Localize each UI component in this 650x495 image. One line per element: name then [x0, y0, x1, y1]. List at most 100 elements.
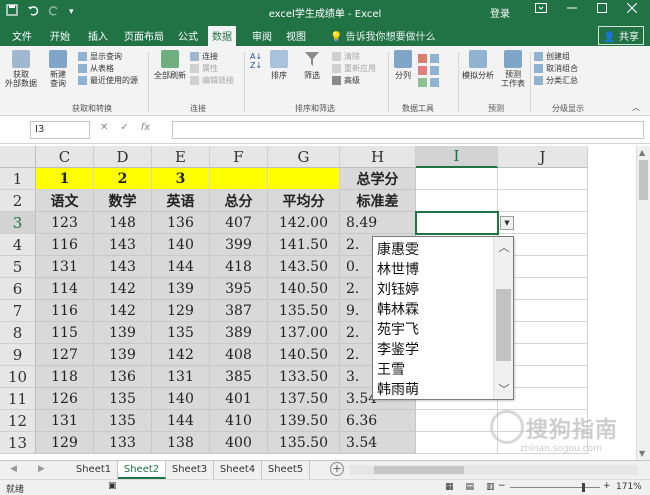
row-header-12[interactable]: 12 [0, 410, 36, 432]
cell-f5[interactable]: 418 [210, 256, 268, 278]
cell-g8[interactable]: 137.00 [268, 322, 340, 344]
cell-j12[interactable] [498, 410, 588, 432]
row-header-3[interactable]: 3 [0, 212, 36, 234]
cell-g2[interactable]: 平均分 [268, 190, 340, 212]
scroll-up-icon[interactable]: ▲ [639, 148, 645, 157]
row-header-1[interactable]: 1 [0, 168, 36, 190]
cell-g10[interactable]: 133.50 [268, 366, 340, 388]
ribbon-display-icon[interactable] [535, 3, 547, 16]
refresh-all-button[interactable]: 全部刷新 [152, 50, 188, 81]
insert-function-icon[interactable]: fx [141, 122, 150, 133]
forecast-sheet-button[interactable]: 预测 工作表 [498, 50, 528, 88]
enter-icon[interactable]: ✓ [120, 122, 128, 133]
cell-f3[interactable]: 407 [210, 212, 268, 234]
tab-home[interactable]: 开始 [46, 28, 74, 46]
cell-h13[interactable]: 3.54 [340, 432, 416, 454]
select-all-corner[interactable] [0, 146, 36, 168]
row-header-10[interactable]: 10 [0, 366, 36, 388]
cell-d13[interactable]: 133 [94, 432, 152, 454]
dropdown-option[interactable]: 韩林霖 [377, 299, 419, 319]
cell-c13[interactable]: 129 [36, 432, 94, 454]
cell-c3[interactable]: 123 [36, 212, 94, 234]
edit-links-button[interactable]: 编辑链接 [190, 74, 244, 86]
relationships-icon[interactable] [430, 65, 439, 75]
cell-g9[interactable]: 140.50 [268, 344, 340, 366]
cell-e3[interactable]: 136 [152, 212, 210, 234]
dropdown-scroll-up-icon[interactable]: ︿ [494, 239, 514, 255]
validation-dropdown-list[interactable]: 康惠雯 林世博 刘钰婷 韩林霖 苑宇飞 李鉴学 王雪 韩雨萌 ︿ ﹀ [372, 236, 514, 400]
cell-d1[interactable]: 2 [94, 168, 152, 190]
tab-review[interactable]: 审阅 [248, 28, 276, 46]
cell-e9[interactable]: 142 [152, 344, 210, 366]
cell-f13[interactable]: 400 [210, 432, 268, 454]
prev-sheet-icon[interactable]: ◀ [10, 464, 17, 474]
cell-e5[interactable]: 144 [152, 256, 210, 278]
cell-f2[interactable]: 总分 [210, 190, 268, 212]
cell-c12[interactable]: 131 [36, 410, 94, 432]
cell-e2[interactable]: 英语 [152, 190, 210, 212]
cell-j2[interactable] [498, 190, 588, 212]
column-header-d[interactable]: D [94, 146, 152, 168]
cell-g5[interactable]: 143.50 [268, 256, 340, 278]
page-layout-view-icon[interactable]: ▤ [466, 482, 475, 492]
cell-g4[interactable]: 141.50 [268, 234, 340, 256]
sheet-tab-4[interactable]: Sheet4 [214, 461, 262, 479]
next-sheet-icon[interactable]: ▶ [38, 464, 45, 474]
cell-f8[interactable]: 389 [210, 322, 268, 344]
advanced-button[interactable]: 高级 [332, 74, 388, 86]
cell-c9[interactable]: 127 [36, 344, 94, 366]
cell-c2[interactable]: 语文 [36, 190, 94, 212]
cell-g1[interactable] [268, 168, 340, 190]
zoom-slider[interactable] [510, 487, 600, 488]
text-to-columns-button[interactable]: 分列 [392, 50, 414, 81]
scroll-thumb[interactable] [639, 160, 648, 200]
cell-g6[interactable]: 140.50 [268, 278, 340, 300]
cell-d7[interactable]: 142 [94, 300, 152, 322]
tab-page-layout[interactable]: 页面布局 [120, 28, 168, 46]
cell-c7[interactable]: 116 [36, 300, 94, 322]
column-header-f[interactable]: F [210, 146, 268, 168]
get-external-data-button[interactable]: 获取 外部数据 [4, 50, 38, 88]
cell-e6[interactable]: 139 [152, 278, 210, 300]
cell-c10[interactable]: 118 [36, 366, 94, 388]
row-header-9[interactable]: 9 [0, 344, 36, 366]
cell-d10[interactable]: 136 [94, 366, 152, 388]
cell-c5[interactable]: 131 [36, 256, 94, 278]
cell-f10[interactable]: 385 [210, 366, 268, 388]
cell-e8[interactable]: 135 [152, 322, 210, 344]
sort-button[interactable]: 排序 [266, 50, 292, 81]
cell-c1[interactable]: 1 [36, 168, 94, 190]
cell-d9[interactable]: 139 [94, 344, 152, 366]
cell-h1[interactable]: 总学分 [340, 168, 416, 190]
column-header-j[interactable]: J [498, 146, 588, 168]
tab-view[interactable]: 视图 [282, 28, 310, 46]
add-sheet-button[interactable]: + [330, 462, 344, 476]
sheet-tab-1[interactable]: Sheet1 [70, 461, 118, 479]
clear-button[interactable]: 清除 [332, 50, 388, 62]
cell-g3[interactable]: 142.00 [268, 212, 340, 234]
cell-d12[interactable]: 135 [94, 410, 152, 432]
cell-f12[interactable]: 410 [210, 410, 268, 432]
consolidate-icon[interactable] [430, 53, 439, 63]
zoom-level[interactable]: 171% [616, 482, 642, 492]
formula-input[interactable] [172, 121, 644, 139]
cell-e1[interactable]: 3 [152, 168, 210, 190]
tab-data[interactable]: 数据 [208, 26, 236, 46]
cell-h12[interactable]: 6.36 [340, 410, 416, 432]
validation-dropdown-button[interactable]: ▼ [500, 216, 514, 230]
manage-data-model-icon[interactable] [430, 77, 439, 87]
row-header-5[interactable]: 5 [0, 256, 36, 278]
cell-c4[interactable]: 116 [36, 234, 94, 256]
dropdown-option[interactable]: 李鉴学 [377, 339, 419, 359]
cell-g13[interactable]: 135.50 [268, 432, 340, 454]
column-header-c[interactable]: C [36, 146, 94, 168]
cancel-icon[interactable]: ✕ [100, 122, 108, 133]
recent-sources-button[interactable]: 最近使用的源 [78, 74, 148, 86]
flash-fill-icon[interactable] [418, 53, 427, 63]
maximize-icon[interactable] [597, 3, 607, 16]
properties-button[interactable]: 属性 [190, 62, 244, 74]
vertical-scrollbar[interactable]: ▲ ▼ [636, 146, 650, 460]
cell-e7[interactable]: 129 [152, 300, 210, 322]
cell-j13[interactable] [498, 432, 588, 454]
cell-c11[interactable]: 126 [36, 388, 94, 410]
